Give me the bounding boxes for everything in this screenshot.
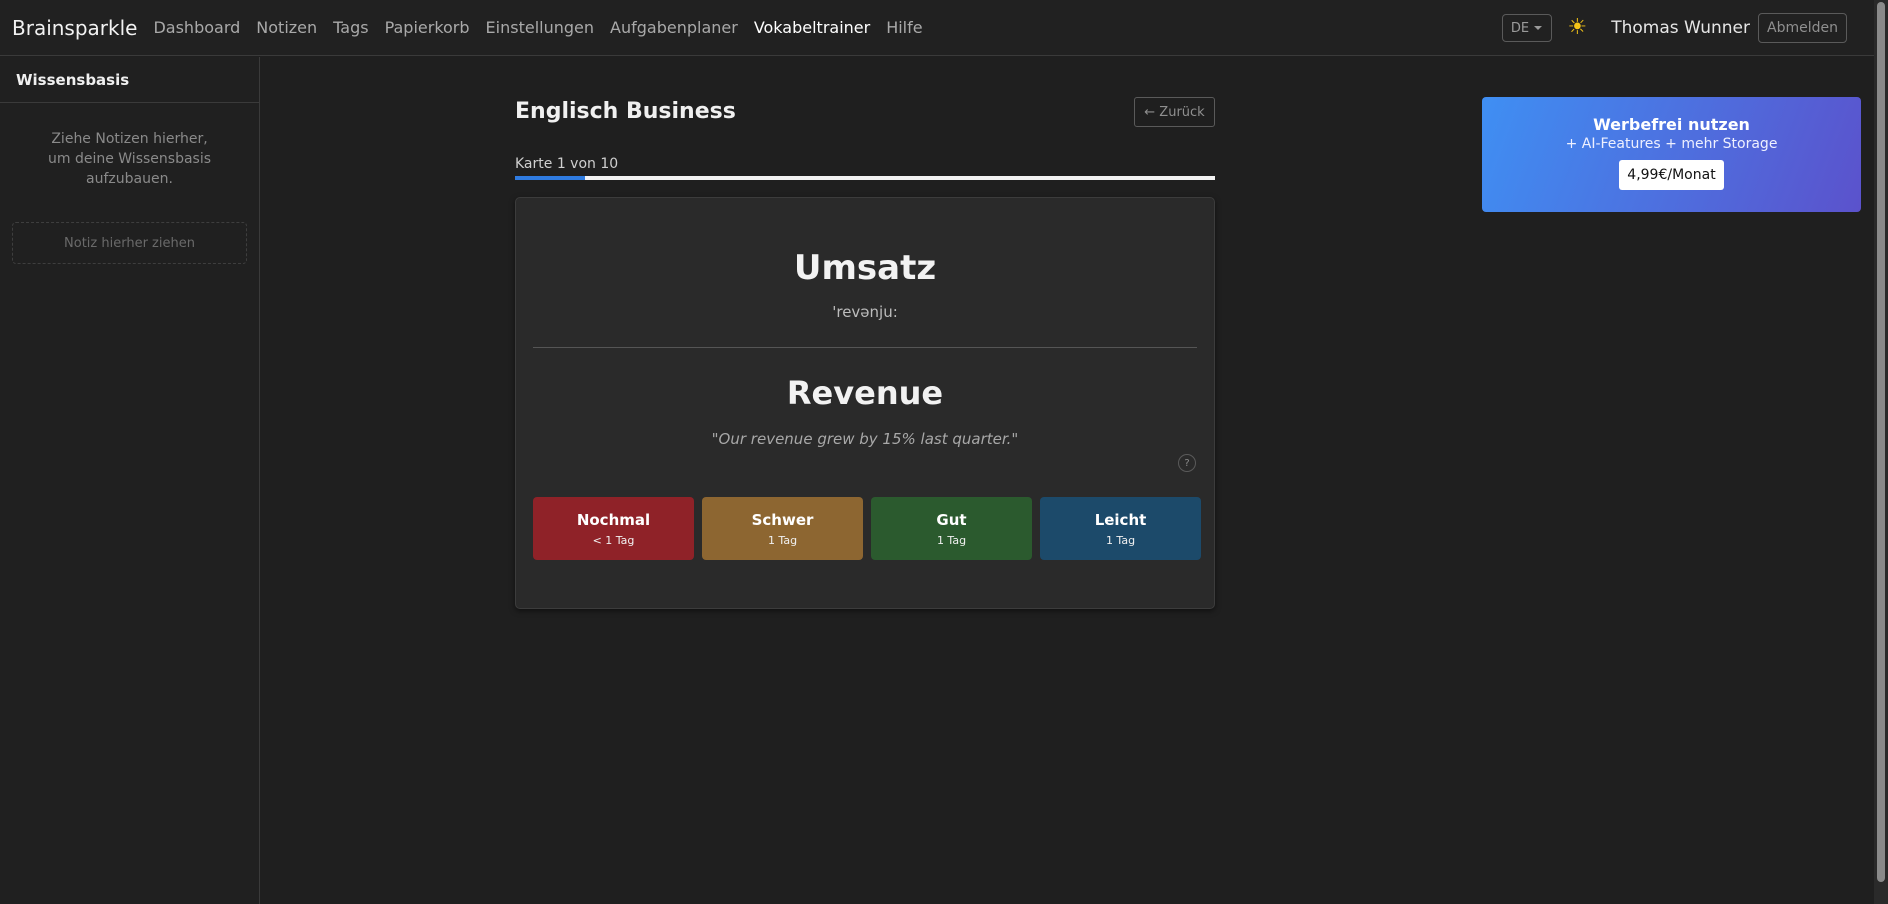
deck-title: Englisch Business	[515, 99, 736, 124]
card-divider	[533, 347, 1197, 348]
note-dropzone[interactable]: Notiz hierher ziehen	[12, 222, 247, 264]
nav-link-dashboard[interactable]: Dashboard	[153, 18, 240, 37]
scrollbar-thumb[interactable]	[1877, 2, 1885, 882]
language-dropdown[interactable]: DE	[1501, 14, 1552, 42]
rating-good-button[interactable]: Gut 1 Tag	[871, 497, 1032, 560]
brand-logo[interactable]: Brainsparkle	[12, 16, 137, 40]
nav-link-einstellungen[interactable]: Einstellungen	[486, 18, 594, 37]
rating-interval: 1 Tag	[1105, 533, 1136, 547]
rating-interval: 1 Tag	[767, 533, 798, 547]
nav-link-aufgabenplaner[interactable]: Aufgabenplaner	[610, 18, 738, 37]
knowledge-sidebar: Wissensbasis Ziehe Notizen hierher, um d…	[0, 57, 260, 904]
scrollbar-track[interactable]	[1874, 0, 1888, 904]
premium-promo-banner[interactable]: Werbefrei nutzen + AI-Features + mehr St…	[1482, 97, 1861, 212]
card-back-word: Revenue	[786, 374, 944, 412]
sidebar-hint: Ziehe Notizen hierher, um deine Wissensb…	[47, 131, 212, 187]
nav-right: DE ☀ Thomas Wunner Abmelden	[1501, 0, 1875, 56]
rating-interval: 1 Tag	[936, 533, 967, 547]
rating-hard-button[interactable]: Schwer 1 Tag	[702, 497, 863, 560]
sidebar-title: Wissensbasis	[0, 57, 259, 103]
nav-link-notizen[interactable]: Notizen	[256, 18, 317, 37]
card-front-word: Umsatz	[793, 248, 937, 288]
rating-buttons: Nochmal < 1 Tag Schwer 1 Tag Gut 1 Tag L…	[533, 497, 1201, 560]
progress-label: Karte 1 von 10	[515, 156, 619, 172]
rating-again-button[interactable]: Nochmal < 1 Tag	[533, 497, 694, 560]
rating-label: Gut	[936, 510, 967, 529]
card-example-sentence: "Our revenue grew by 15% last quarter."	[711, 430, 1019, 448]
logout-button[interactable]: Abmelden	[1758, 13, 1847, 43]
language-label: DE	[1510, 20, 1530, 36]
rating-label: Nochmal	[576, 510, 651, 529]
nav-links: Dashboard Notizen Tags Papierkorb Einste…	[149, 18, 934, 37]
nav-link-tags[interactable]: Tags	[333, 18, 368, 37]
promo-price-button[interactable]: 4,99€/Monat	[1619, 160, 1724, 190]
card-phonetic: 'revənju:	[832, 303, 898, 321]
user-name: Thomas Wunner	[1611, 18, 1751, 38]
promo-title: Werbefrei nutzen	[1593, 115, 1750, 134]
flashcard: Umsatz 'revənju: Revenue "Our revenue gr…	[515, 197, 1215, 609]
nav-link-vokabeltrainer[interactable]: Vokabeltrainer	[754, 18, 870, 37]
nav-link-hilfe[interactable]: Hilfe	[886, 18, 922, 37]
rating-easy-button[interactable]: Leicht 1 Tag	[1040, 497, 1201, 560]
nav-link-papierkorb[interactable]: Papierkorb	[385, 18, 470, 37]
back-button[interactable]: ← Zurück	[1134, 97, 1215, 127]
progress-bar-fill	[515, 176, 585, 180]
promo-subtitle: + AI-Features + mehr Storage	[1565, 136, 1778, 152]
chevron-down-icon	[1534, 26, 1543, 30]
rating-label: Leicht	[1094, 510, 1147, 529]
sun-icon[interactable]: ☀	[1568, 17, 1588, 39]
progress-bar	[515, 176, 1215, 180]
rating-interval: < 1 Tag	[592, 533, 635, 547]
top-navbar: Brainsparkle Dashboard Notizen Tags Papi…	[0, 0, 1874, 56]
rating-label: Schwer	[751, 510, 814, 529]
help-icon[interactable]: ?	[1178, 454, 1196, 472]
